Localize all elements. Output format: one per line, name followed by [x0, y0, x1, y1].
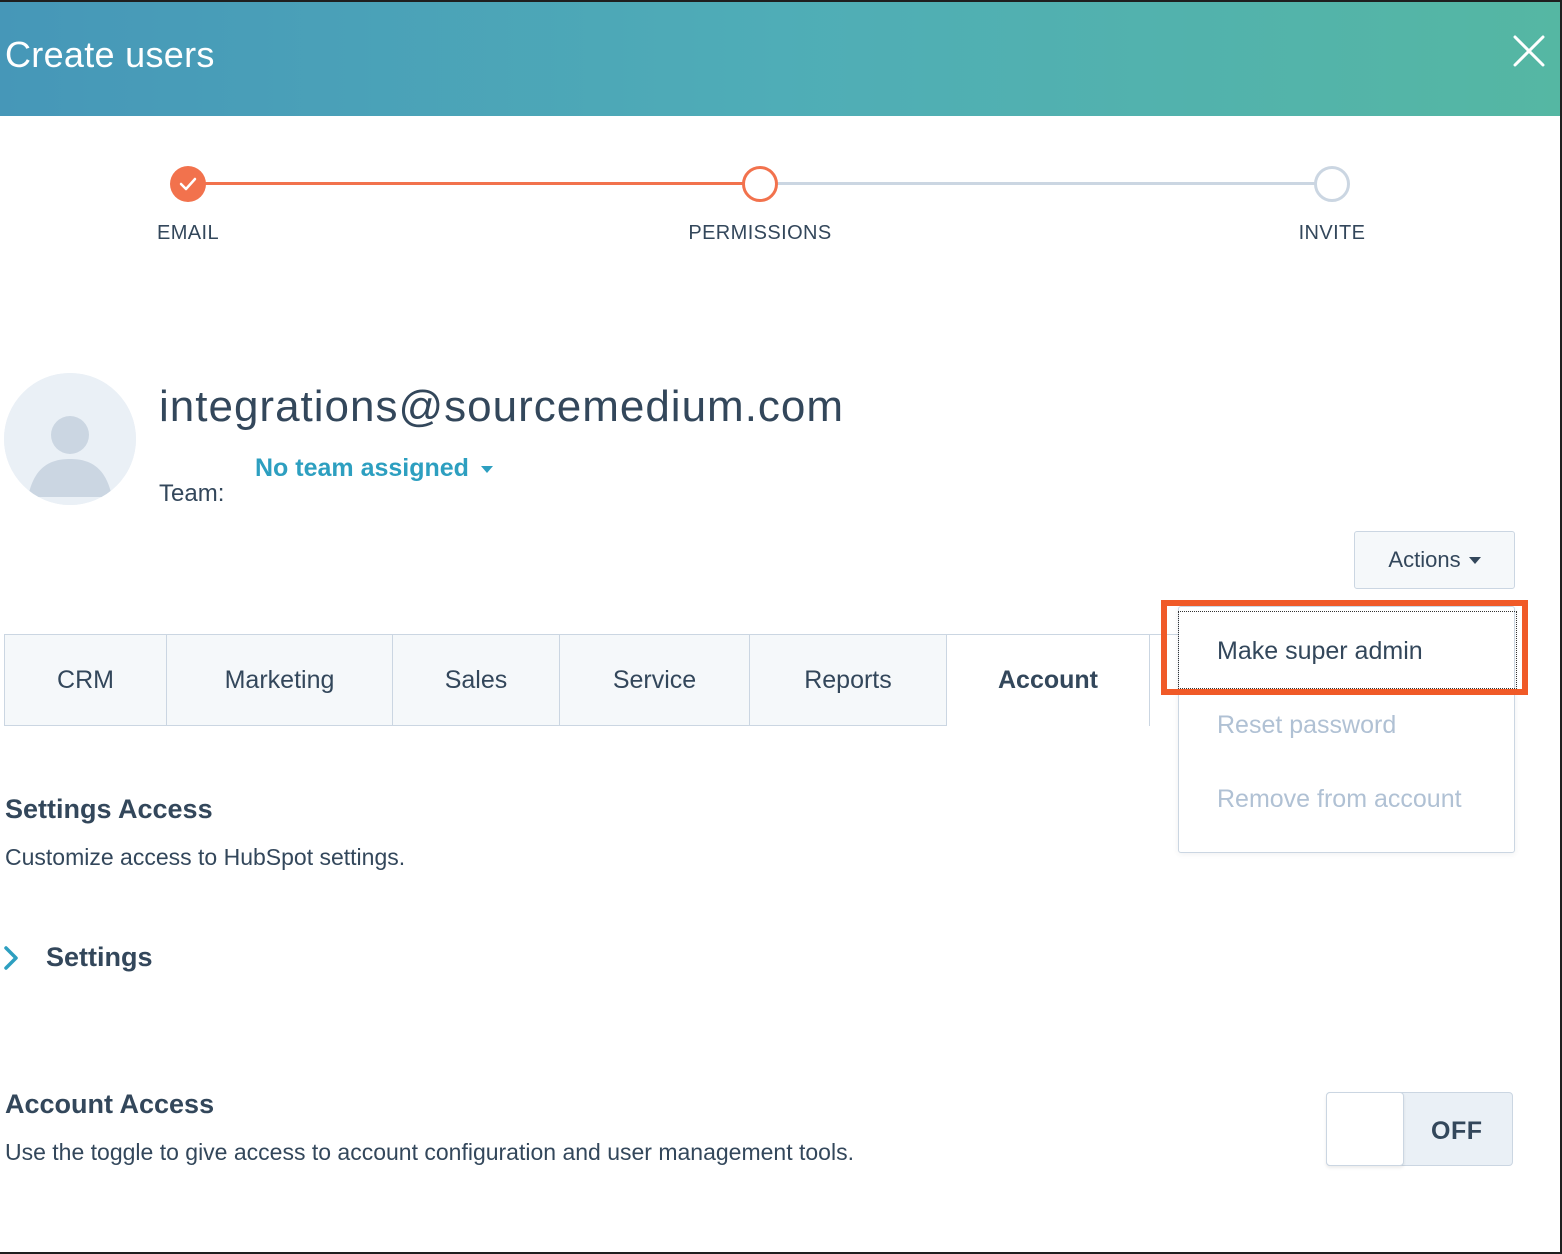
step-permissions-dot	[742, 166, 778, 202]
avatar	[4, 373, 136, 505]
chevron-right-icon	[4, 945, 18, 970]
menu-item-make-super-admin[interactable]: Make super admin	[1217, 637, 1423, 666]
permission-tabs: CRM Marketing Sales Service Reports Acco…	[4, 634, 1150, 726]
settings-access-title: Settings Access	[5, 794, 213, 824]
actions-button[interactable]: Actions	[1354, 531, 1515, 589]
team-label: Team:	[159, 480, 225, 507]
tab-marketing[interactable]: Marketing	[167, 634, 393, 726]
team-dropdown-value: No team assigned	[255, 454, 469, 482]
team-dropdown[interactable]: No team assigned	[255, 454, 493, 483]
tab-service[interactable]: Service	[560, 634, 750, 726]
stepper-line-complete	[188, 182, 760, 185]
account-access-description: Use the toggle to give access to account…	[5, 1139, 854, 1165]
menu-item-remove-from-account[interactable]: Remove from account	[1217, 785, 1462, 814]
step-permissions-label: PERMISSIONS	[688, 222, 832, 244]
step-invite-dot	[1314, 166, 1350, 202]
tab-crm[interactable]: CRM	[4, 634, 167, 726]
user-email: integrations@sourcemedium.com	[159, 382, 845, 431]
tab-sales[interactable]: Sales	[393, 634, 560, 726]
close-button[interactable]	[1510, 32, 1548, 70]
create-users-modal: Create users EMAIL PERMISSIONS INVITE in…	[0, 0, 1562, 1254]
actions-dropdown-menu: Make super admin Reset password Remove f…	[1178, 606, 1517, 853]
close-icon	[1513, 35, 1545, 67]
modal-title: Create users	[5, 34, 215, 75]
step-invite-label: INVITE	[1298, 222, 1366, 244]
account-access-title: Account Access	[5, 1089, 215, 1119]
settings-expander-label: Settings	[46, 942, 153, 972]
step-email-dot	[170, 166, 206, 202]
stepper-line-pending	[760, 182, 1332, 185]
toggle-state-label: OFF	[1431, 1117, 1483, 1145]
actions-button-label: Actions	[1388, 547, 1461, 572]
tab-overflow-edge	[1150, 634, 1180, 726]
modal-header: Create users	[0, 2, 1560, 116]
settings-access-description: Customize access to HubSpot settings.	[5, 844, 406, 870]
caret-down-icon	[480, 466, 493, 473]
caret-down-icon	[1468, 556, 1481, 564]
settings-expander[interactable]: Settings	[0, 942, 153, 973]
tab-account[interactable]: Account	[947, 634, 1150, 726]
tab-reports[interactable]: Reports	[750, 634, 947, 726]
step-email-label: EMAIL	[156, 222, 220, 244]
user-avatar-icon	[4, 373, 136, 505]
toggle-knob	[1326, 1092, 1404, 1166]
progress-stepper: EMAIL PERMISSIONS INVITE	[0, 152, 1560, 262]
checkmark-icon	[179, 177, 197, 191]
menu-item-reset-password[interactable]: Reset password	[1217, 711, 1396, 740]
account-access-toggle[interactable]: OFF	[1326, 1092, 1513, 1166]
